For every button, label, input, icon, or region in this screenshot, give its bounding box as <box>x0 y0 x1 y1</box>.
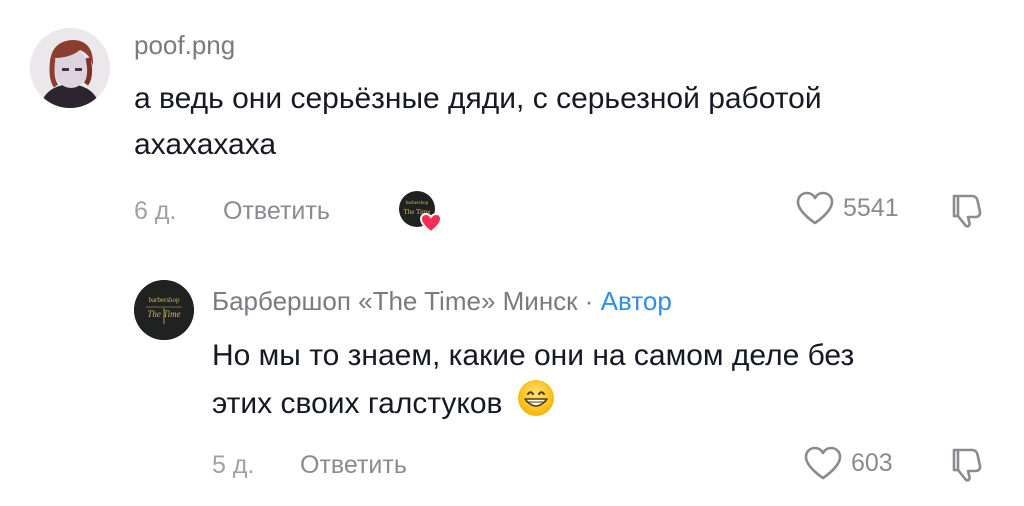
barbershop-logo-icon: barbershop The Time <box>134 280 194 340</box>
dislike-button[interactable] <box>946 444 986 489</box>
thumbs-down-icon <box>952 194 982 228</box>
comment-text: Но мы то знаем, какие они на самом деле … <box>212 333 854 431</box>
author-badge: Автор <box>600 286 672 316</box>
like-button[interactable]: 603 <box>803 445 893 481</box>
comment-age: 6 д. <box>134 197 177 225</box>
comment-text: а ведь они серьёзные дяди, с серьезной р… <box>134 76 822 168</box>
grinning-face-emoji-icon <box>517 379 555 431</box>
separator-dot: · <box>577 286 601 316</box>
like-count: 603 <box>851 448 893 477</box>
comment-username[interactable]: poof.png <box>134 30 235 61</box>
comment-username[interactable]: Барбершоп «The Time» Минск · Автор <box>212 286 672 317</box>
heart-icon <box>796 191 834 225</box>
comment-text-line: этих своих галстуков <box>212 386 503 420</box>
comment-text-line: а ведь они серьёзные дяди, с серьезной р… <box>134 82 822 115</box>
svg-text:barbershop: barbershop <box>406 201 429 206</box>
like-count: 5541 <box>843 193 899 222</box>
comment-text-line: ахахахаха <box>134 128 277 161</box>
avatar-image <box>30 28 110 108</box>
thumbs-down-icon <box>952 448 982 482</box>
avatar-poof[interactable] <box>30 28 110 108</box>
reply-button[interactable]: Ответить <box>300 451 407 480</box>
comment-text-line: Но мы то знаем, какие они на самом деле … <box>212 339 855 372</box>
dislike-button[interactable] <box>946 190 986 235</box>
like-button[interactable]: 5541 <box>795 190 899 226</box>
comment-age: 5 д. <box>212 451 255 479</box>
avatar-barbershop[interactable]: barbershop The Time <box>134 280 194 340</box>
creator-liked-badge: barbershop The Time <box>398 190 443 234</box>
creator-liked-icon: barbershop The Time <box>399 191 443 234</box>
heart-icon <box>804 446 842 480</box>
svg-text:barbershop: barbershop <box>148 296 180 304</box>
author-name[interactable]: Барбершоп «The Time» Минск <box>212 286 578 316</box>
comment-text-line-with-emoji: этих своих галстуков <box>212 379 854 431</box>
reply-button[interactable]: Ответить <box>223 197 330 226</box>
